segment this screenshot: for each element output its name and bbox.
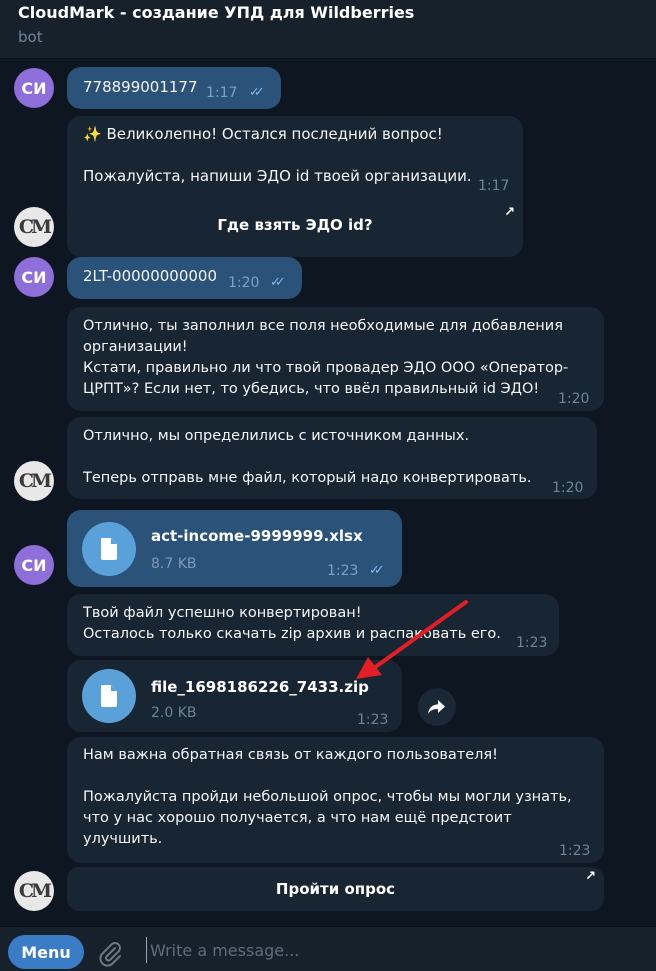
arrow-up-right-icon: ↗ [585,869,596,884]
message-time: 1:20 [228,275,260,291]
document-icon[interactable] [82,669,136,723]
message-time: 1:23 [357,712,389,728]
double-check-icon: ✓✓ [249,85,265,100]
file-name[interactable]: file_1698186226_7433.zip [151,677,369,698]
file-size: 8.7 KB [151,556,197,572]
message-text: Отлично, мы определились с источником да… [83,428,532,486]
chat-title: CloudMark - создание УПД для Wildberries [18,3,415,22]
message-time: 1:20 [552,480,584,496]
menu-button[interactable]: Menu [8,935,84,969]
message-input[interactable] [146,937,630,963]
double-check-icon: ✓✓ [270,275,286,290]
file-name[interactable]: act-income-9999999.xlsx [151,526,363,547]
button-label: Где взять ЭДО id? [217,216,373,234]
message-time: 1:23 [327,563,359,579]
annotation-arrow [356,600,468,679]
message-text: Отлично, ты заполнил все поля необходимы… [83,318,569,397]
chat-header[interactable]: CloudMark - создание УПД для Wildberries… [0,0,656,59]
message-time: 1:23 [559,843,591,859]
message-text: Нам важна обратная связь от каждого поль… [83,747,572,847]
message-time: 1:17 [478,178,510,194]
double-check-icon: ✓✓ [369,563,385,578]
chat-subtitle: bot [18,28,43,46]
where-edo-id-button[interactable]: Где взять ЭДО id? ↗ [67,203,523,247]
user-avatar[interactable]: СИ [14,68,54,108]
message-text: ✨ Великолепно! Остался последний вопрос!… [83,125,472,185]
message-composer: Menu [0,926,656,971]
take-survey-button[interactable]: Пройти опрос ↗ [67,867,604,911]
bot-avatar[interactable]: СМ [14,207,54,247]
message-time: 1:23 [516,635,548,651]
user-avatar[interactable]: СИ [14,257,54,297]
file-size: 2.0 KB [151,705,197,721]
paperclip-icon[interactable] [96,939,124,967]
user-avatar[interactable]: СИ [14,545,54,585]
share-arrow-icon [428,700,445,714]
outgoing-file-message[interactable]: act-income-9999999.xlsx 8.7 KB 1:23 ✓✓ [67,510,402,587]
message-time: 1:20 [558,391,590,407]
bot-avatar[interactable]: СМ [14,461,54,501]
message-time: 1:17 [206,85,238,101]
bot-avatar[interactable]: СМ [14,871,54,911]
outgoing-message[interactable]: 2LT-00000000000 1:20 ✓✓ [67,257,302,299]
incoming-message[interactable]: Отлично, мы определились с источником да… [67,417,597,499]
message-text: 2LT-00000000000 [83,267,218,285]
document-icon[interactable] [82,522,136,576]
outgoing-message[interactable]: 778899001177 1:17 ✓✓ [67,67,281,109]
incoming-message[interactable]: Отлично, ты заполнил все поля необходимы… [67,307,604,411]
message-text: Твой файл успешно конвертирован! Осталос… [83,605,501,642]
incoming-message[interactable]: Нам важна обратная связь от каждого поль… [67,737,604,863]
button-label: Пройти опрос [275,880,396,898]
incoming-message[interactable]: Твой файл успешно конвертирован! Осталос… [67,594,559,656]
arrow-up-right-icon: ↗ [504,205,515,220]
message-list[interactable]: СИ 778899001177 1:17 ✓✓ ✨ Великолепно! О… [0,59,656,925]
share-button[interactable] [418,688,456,726]
